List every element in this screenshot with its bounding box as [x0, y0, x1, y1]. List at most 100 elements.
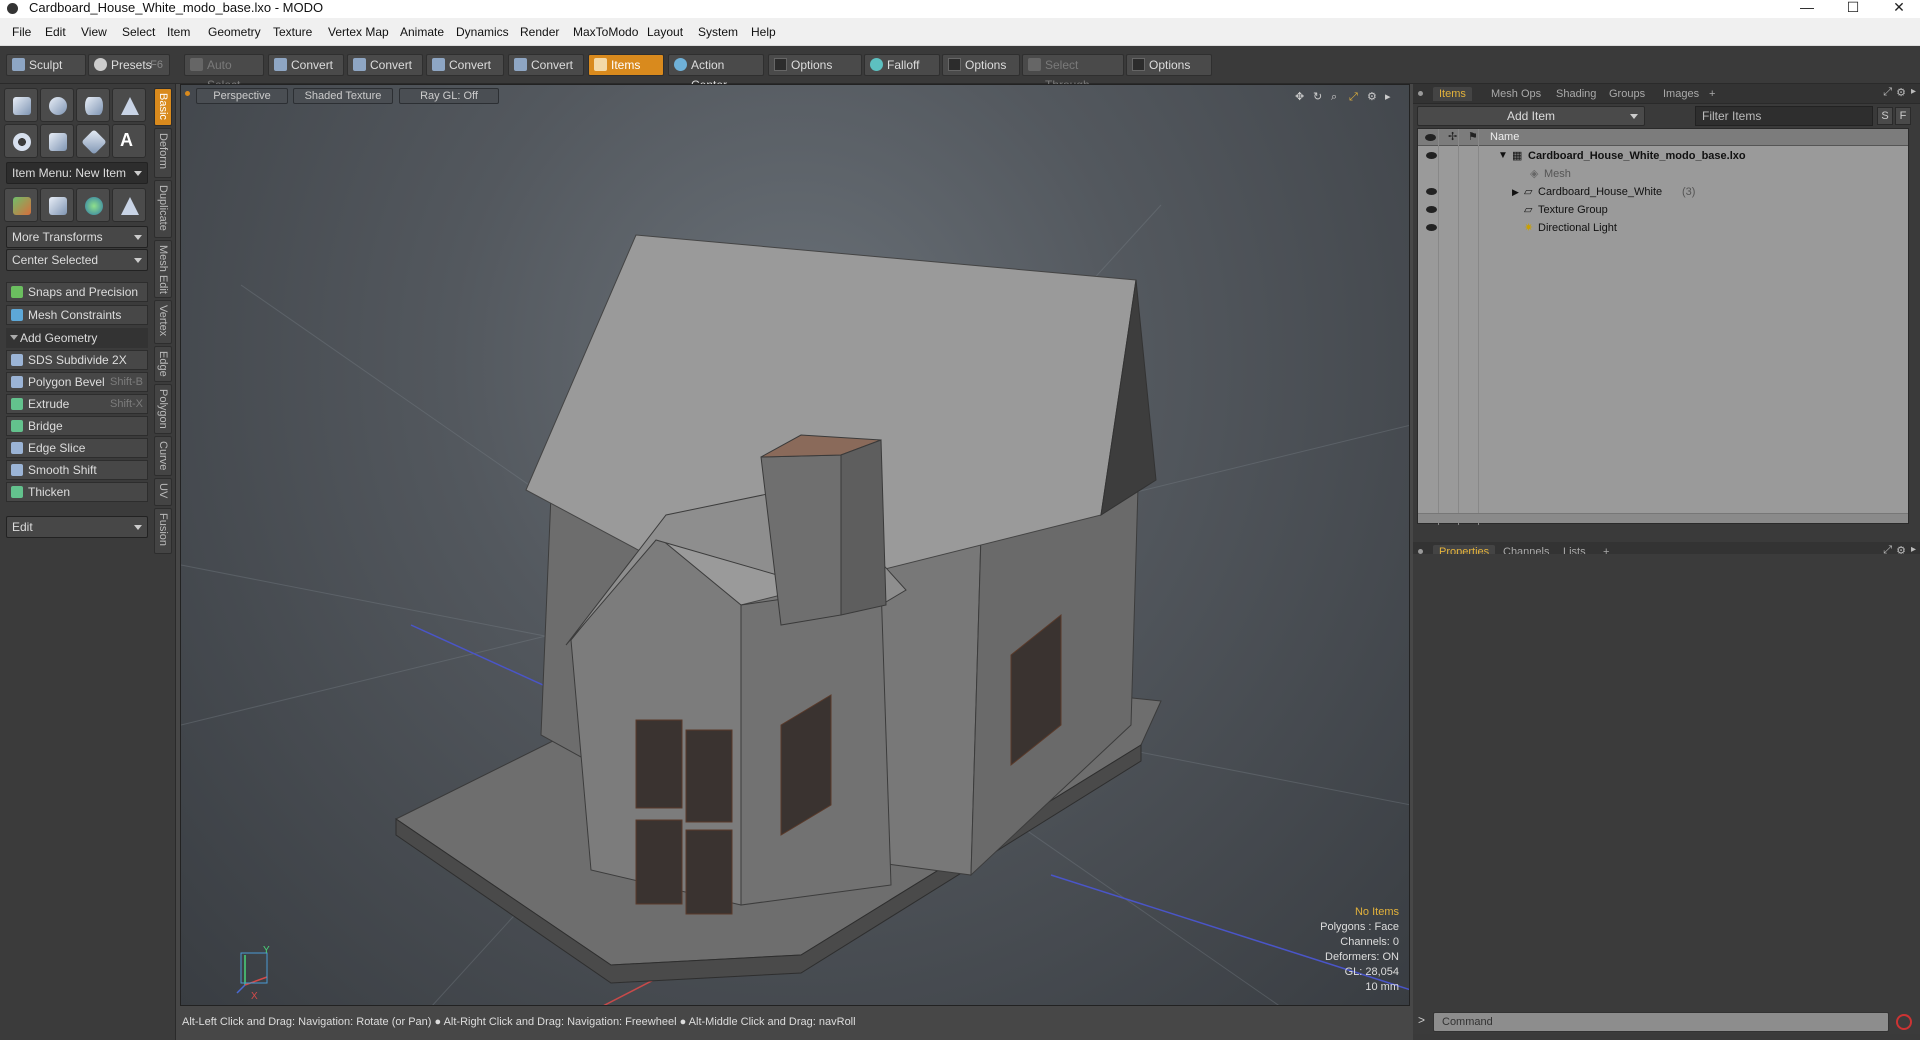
- mesh-constraints-button[interactable]: Mesh Constraints: [6, 305, 148, 325]
- tab-groups[interactable]: Groups: [1603, 87, 1651, 101]
- add-geometry-header[interactable]: Add Geometry: [6, 328, 148, 348]
- name-column-header[interactable]: Name: [1490, 129, 1519, 146]
- presets-button[interactable]: Presets F6: [88, 54, 170, 76]
- filter-items-input[interactable]: Filter Items: [1695, 106, 1873, 126]
- menu-texture[interactable]: Texture: [273, 25, 312, 39]
- tab-mesh-ops[interactable]: Mesh Ops: [1485, 87, 1547, 101]
- tab-basic[interactable]: Basic: [154, 88, 172, 126]
- menu-render[interactable]: Render: [520, 25, 559, 39]
- tab-polygon[interactable]: Polygon: [154, 384, 172, 434]
- visibility-column-icon[interactable]: [1425, 134, 1436, 141]
- convert-vertices-button[interactable]: Convert: [268, 54, 344, 76]
- extrude-button[interactable]: Extrude Shift-X: [6, 394, 148, 414]
- select-through-button[interactable]: Select Through: [1022, 54, 1124, 92]
- add-item-dropdown[interactable]: Add Item: [1417, 106, 1645, 126]
- menu-edit[interactable]: Edit: [45, 25, 66, 39]
- bridge-button[interactable]: Bridge: [6, 416, 148, 436]
- center-selected-dropdown[interactable]: Center Selected: [6, 249, 148, 271]
- tree-row-texture-group[interactable]: ▱ Texture Group: [1418, 201, 1908, 219]
- 3d-viewport[interactable]: Y X Perspective Shaded Texture Ray GL: O…: [180, 84, 1410, 1006]
- menu-layout[interactable]: Layout: [647, 25, 683, 39]
- falloff-button[interactable]: Falloff: [864, 54, 940, 76]
- command-input[interactable]: Command: [1433, 1012, 1889, 1032]
- eye-icon[interactable]: [1426, 224, 1437, 231]
- tab-shading[interactable]: Shading: [1550, 87, 1602, 101]
- fit-icon[interactable]: ⤢: [1349, 91, 1361, 103]
- menu-file[interactable]: File: [12, 25, 31, 39]
- text-tool[interactable]: A: [112, 124, 146, 158]
- sculpt-button[interactable]: Sculpt: [6, 54, 86, 76]
- tree-row-scene[interactable]: ▼ ▦ Cardboard_House_White_modo_base.lxo: [1418, 147, 1908, 165]
- menu-help[interactable]: Help: [751, 25, 776, 39]
- add-tab-button[interactable]: +: [1703, 87, 1721, 101]
- viewport-menu-dot[interactable]: [185, 91, 190, 96]
- globe-tool[interactable]: [76, 188, 110, 222]
- filter-s-button[interactable]: S: [1877, 107, 1893, 125]
- tab-mesh-edit[interactable]: Mesh Edit: [154, 240, 172, 298]
- eye-icon[interactable]: [1426, 152, 1437, 159]
- minimize-button[interactable]: —: [1784, 0, 1830, 18]
- tab-duplicate[interactable]: Duplicate: [154, 180, 172, 238]
- cube-tool[interactable]: [4, 88, 38, 122]
- tab-uv[interactable]: UV: [154, 478, 172, 506]
- shading-mode-button[interactable]: Shaded Texture: [293, 88, 393, 104]
- tab-curve[interactable]: Curve: [154, 436, 172, 476]
- pen-tool[interactable]: [76, 124, 110, 158]
- record-icon[interactable]: [1896, 1014, 1912, 1030]
- rotate-icon[interactable]: ↻: [1313, 91, 1325, 103]
- close-button[interactable]: ✕: [1876, 0, 1920, 18]
- expand-triangle-icon[interactable]: ▶: [1512, 183, 1519, 201]
- move-tool[interactable]: [4, 188, 38, 222]
- pan-icon[interactable]: ✥: [1295, 91, 1307, 103]
- tab-images[interactable]: Images: [1657, 87, 1705, 101]
- expand-icon[interactable]: ⤢: [1883, 86, 1892, 99]
- menu-maxtomodo[interactable]: MaxToModo: [573, 25, 638, 39]
- menu-select[interactable]: Select: [122, 25, 155, 39]
- tab-fusion[interactable]: Fusion: [154, 508, 172, 554]
- menu-view[interactable]: View: [81, 25, 107, 39]
- menu-geometry[interactable]: Geometry: [208, 25, 261, 39]
- play-icon[interactable]: ▸: [1385, 91, 1397, 103]
- snaps-precision-button[interactable]: Snaps and Precision: [6, 282, 148, 302]
- cone-grid-tool[interactable]: [112, 188, 146, 222]
- panel-arrow-icon[interactable]: ▸: [1911, 86, 1916, 97]
- auto-select-button[interactable]: Auto Select: [184, 54, 264, 92]
- more-transforms-dropdown[interactable]: More Transforms: [6, 226, 148, 248]
- tab-items[interactable]: Items: [1433, 87, 1472, 101]
- eye-icon[interactable]: [1426, 206, 1437, 213]
- select-options-button[interactable]: Options: [1126, 54, 1212, 76]
- menu-system[interactable]: System: [698, 25, 738, 39]
- tube-tool[interactable]: [40, 124, 74, 158]
- cylinder-tool[interactable]: [76, 88, 110, 122]
- eye-icon[interactable]: [1426, 188, 1437, 195]
- convert-polygons-button[interactable]: Convert: [426, 54, 504, 76]
- tab-deform[interactable]: Deform: [154, 128, 172, 178]
- torus-tool[interactable]: [4, 124, 38, 158]
- convert-materials-button[interactable]: Convert: [508, 54, 584, 76]
- edit-dropdown[interactable]: Edit: [6, 516, 148, 538]
- panel-menu-dot[interactable]: [1418, 91, 1423, 96]
- workplane-tool[interactable]: [40, 188, 74, 222]
- tab-edge[interactable]: Edge: [154, 346, 172, 382]
- edge-slice-button[interactable]: Edge Slice: [6, 438, 148, 458]
- color-column-icon[interactable]: ⚑: [1468, 129, 1478, 146]
- maximize-button[interactable]: ☐: [1830, 0, 1876, 18]
- tree-row-mesh[interactable]: ◈ Mesh: [1418, 165, 1908, 183]
- item-menu-dropdown[interactable]: Item Menu: New Item: [6, 162, 148, 184]
- menu-item[interactable]: Item: [167, 25, 190, 39]
- horizontal-scrollbar[interactable]: [1418, 513, 1908, 523]
- gear-icon[interactable]: ⚙: [1896, 86, 1906, 99]
- action-center-button[interactable]: Action Center: [668, 54, 764, 92]
- convert-edges-button[interactable]: Convert: [347, 54, 423, 76]
- raygl-button[interactable]: Ray GL: Off: [399, 88, 499, 104]
- menu-animate[interactable]: Animate: [400, 25, 444, 39]
- sds-subdivide-button[interactable]: SDS Subdivide 2X: [6, 350, 148, 370]
- menu-vertex-map[interactable]: Vertex Map: [328, 25, 389, 39]
- menu-dynamics[interactable]: Dynamics: [456, 25, 509, 39]
- tree-row-group[interactable]: ▶ ▱ Cardboard_House_White (3): [1418, 183, 1908, 201]
- action-center-options-button[interactable]: Options: [768, 54, 862, 76]
- filter-f-button[interactable]: F: [1895, 107, 1911, 125]
- tab-vertex[interactable]: Vertex: [154, 300, 172, 344]
- items-mode-button[interactable]: Items: [588, 54, 664, 76]
- view-type-button[interactable]: Perspective: [196, 88, 288, 104]
